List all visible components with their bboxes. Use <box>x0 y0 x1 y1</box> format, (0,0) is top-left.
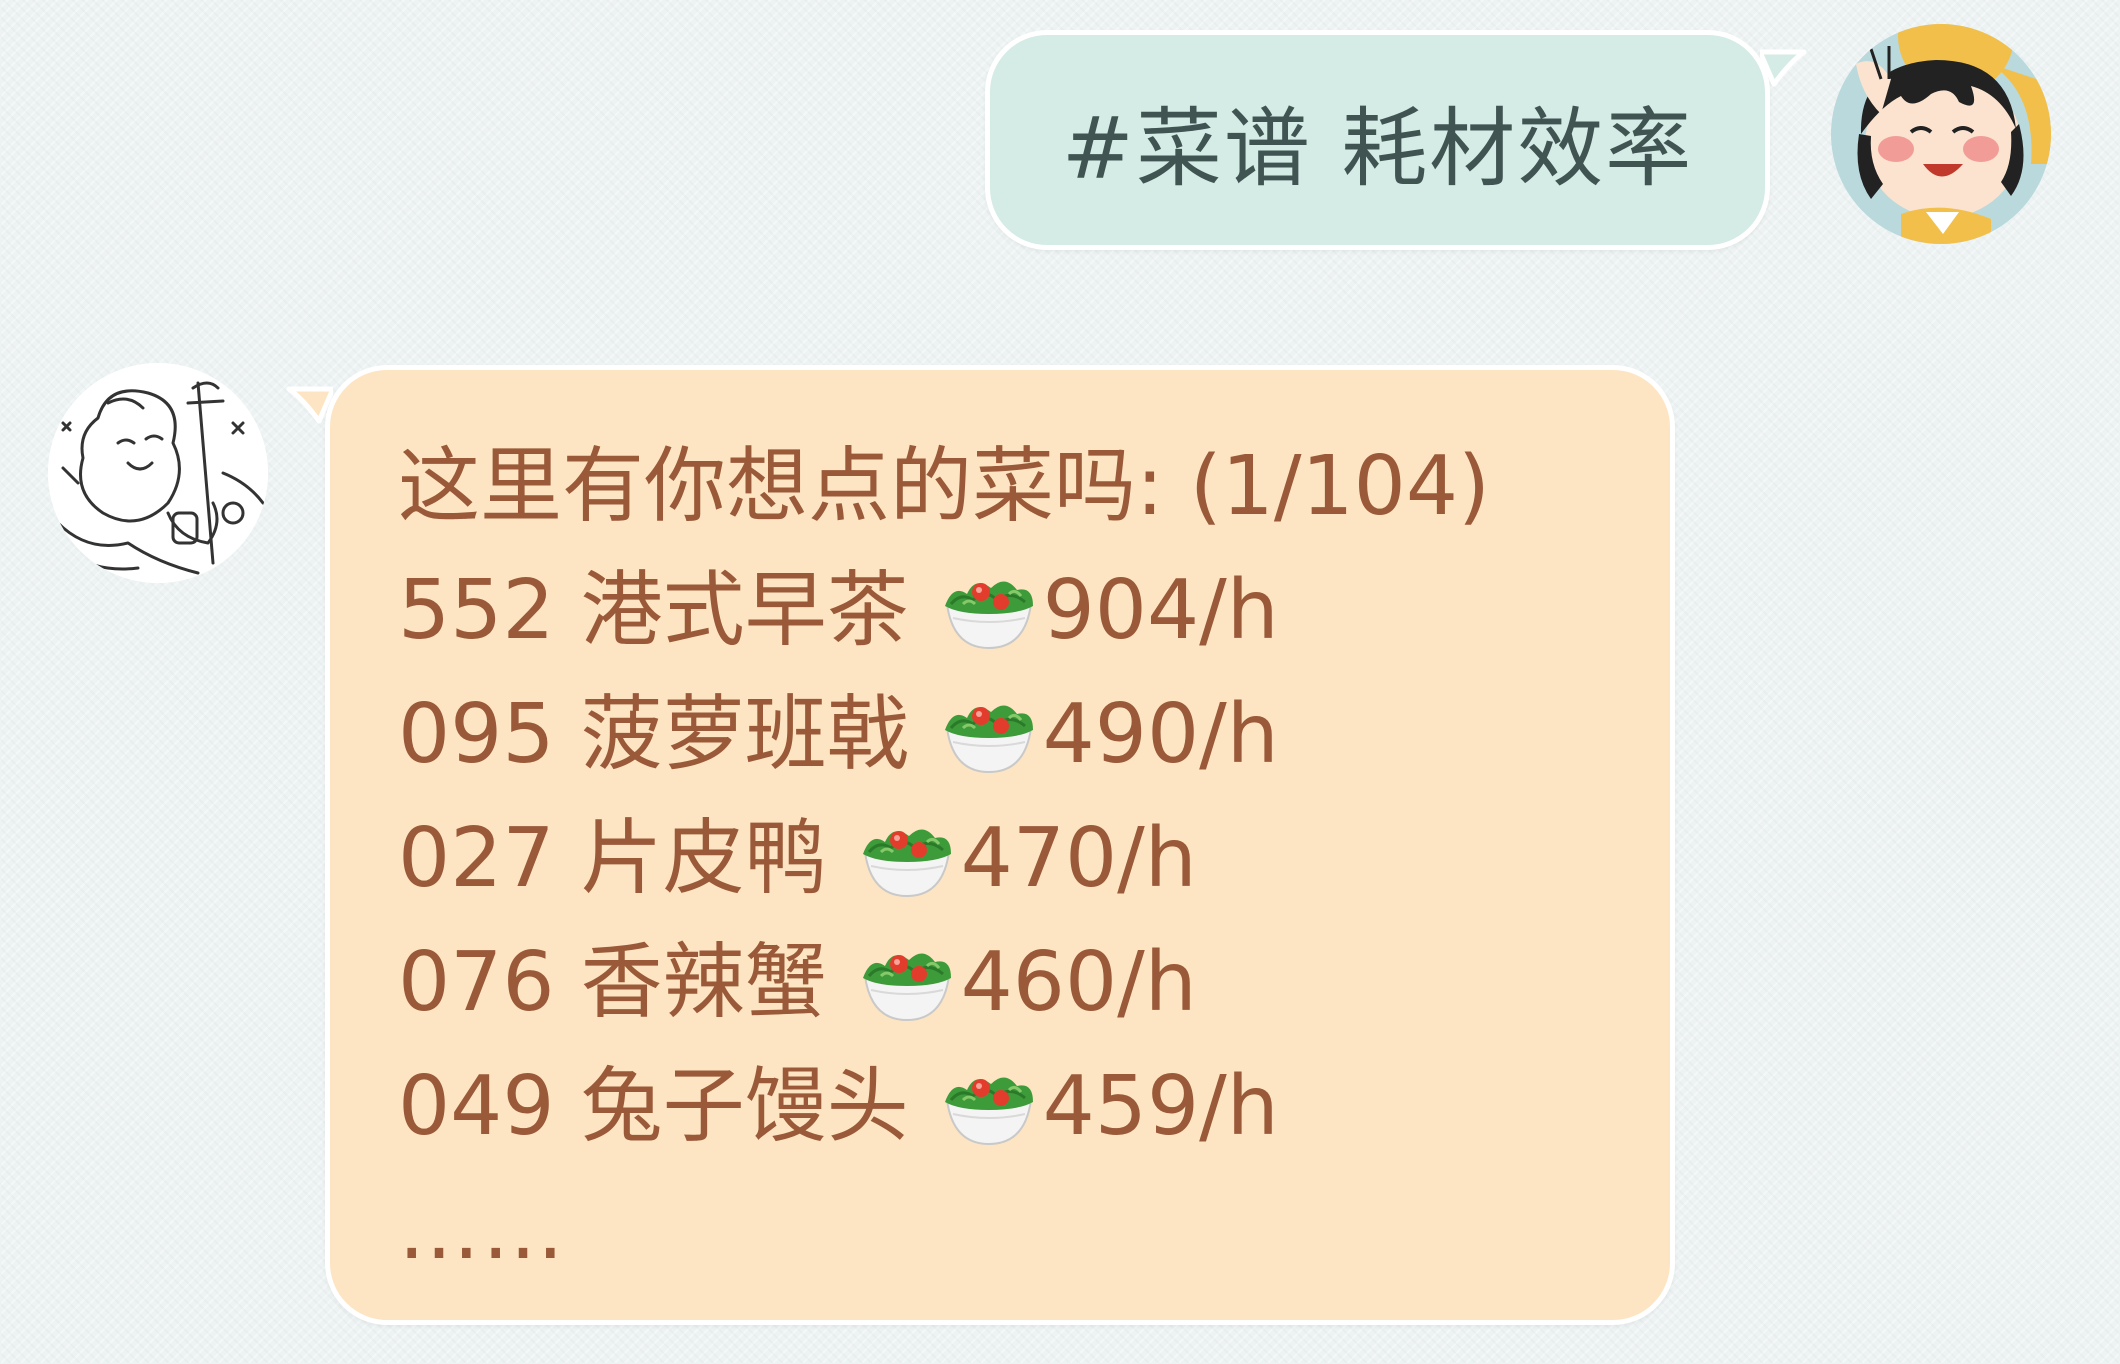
more-ellipsis: …… <box>398 1183 566 1278</box>
recipe-name: 港式早茶 <box>580 563 909 658</box>
salad-icon <box>862 829 951 898</box>
bot-avatar[interactable] <box>48 363 268 583</box>
user-avatar[interactable] <box>1831 24 2051 244</box>
recipe-id: 049 <box>398 1059 555 1154</box>
salad-icon <box>944 705 1033 774</box>
recipe-list-item[interactable]: 552 港式早茶 904/h <box>398 549 1670 673</box>
recipe-rate: 460/h <box>960 935 1197 1030</box>
recipe-id: 552 <box>398 563 555 658</box>
recipe-id: 076 <box>398 935 555 1030</box>
outgoing-bubble[interactable]: #菜谱 耗材效率 <box>985 30 1770 250</box>
recipe-rate: 470/h <box>960 811 1197 906</box>
recipe-list-item[interactable]: 095 菠萝班戟 490/h <box>398 673 1670 797</box>
recipe-rate: 904/h <box>1042 563 1279 658</box>
salad-icon <box>944 581 1033 650</box>
recipe-name: 兔子馒头 <box>580 1059 909 1154</box>
girl-avatar-icon <box>1831 24 2051 244</box>
sketch-character-avatar-icon <box>48 363 268 583</box>
incoming-bubble[interactable]: 这里有你想点的菜吗: (1/104) 552 港式早茶 904/h 095 菠萝… <box>325 365 1675 1325</box>
recipe-id: 027 <box>398 811 555 906</box>
salad-icon <box>862 953 951 1022</box>
recipe-name: 菠萝班戟 <box>580 687 909 782</box>
recipe-name: 香辣蟹 <box>580 935 827 1030</box>
recipe-rate: 459/h <box>1042 1059 1279 1154</box>
recipe-list-item[interactable]: 027 片皮鸭 470/h <box>398 797 1670 921</box>
salad-icon <box>944 1077 1033 1146</box>
recipe-list-header: 这里有你想点的菜吗: (1/104) <box>398 439 1490 534</box>
recipe-name: 片皮鸭 <box>580 811 827 906</box>
recipe-list-item[interactable]: 049 兔子馒头 459/h <box>398 1045 1670 1169</box>
outgoing-bubble-tail <box>1760 49 1807 87</box>
outgoing-message[interactable]: #菜谱 耗材效率 <box>985 30 1770 250</box>
recipe-id: 095 <box>398 687 555 782</box>
recipe-list-item[interactable]: 076 香辣蟹 460/h <box>398 921 1670 1045</box>
recipe-rate: 490/h <box>1042 687 1279 782</box>
incoming-message[interactable]: 这里有你想点的菜吗: (1/104) 552 港式早茶 904/h 095 菠萝… <box>325 365 1675 1325</box>
outgoing-message-text: #菜谱 耗材效率 <box>1061 98 1694 199</box>
